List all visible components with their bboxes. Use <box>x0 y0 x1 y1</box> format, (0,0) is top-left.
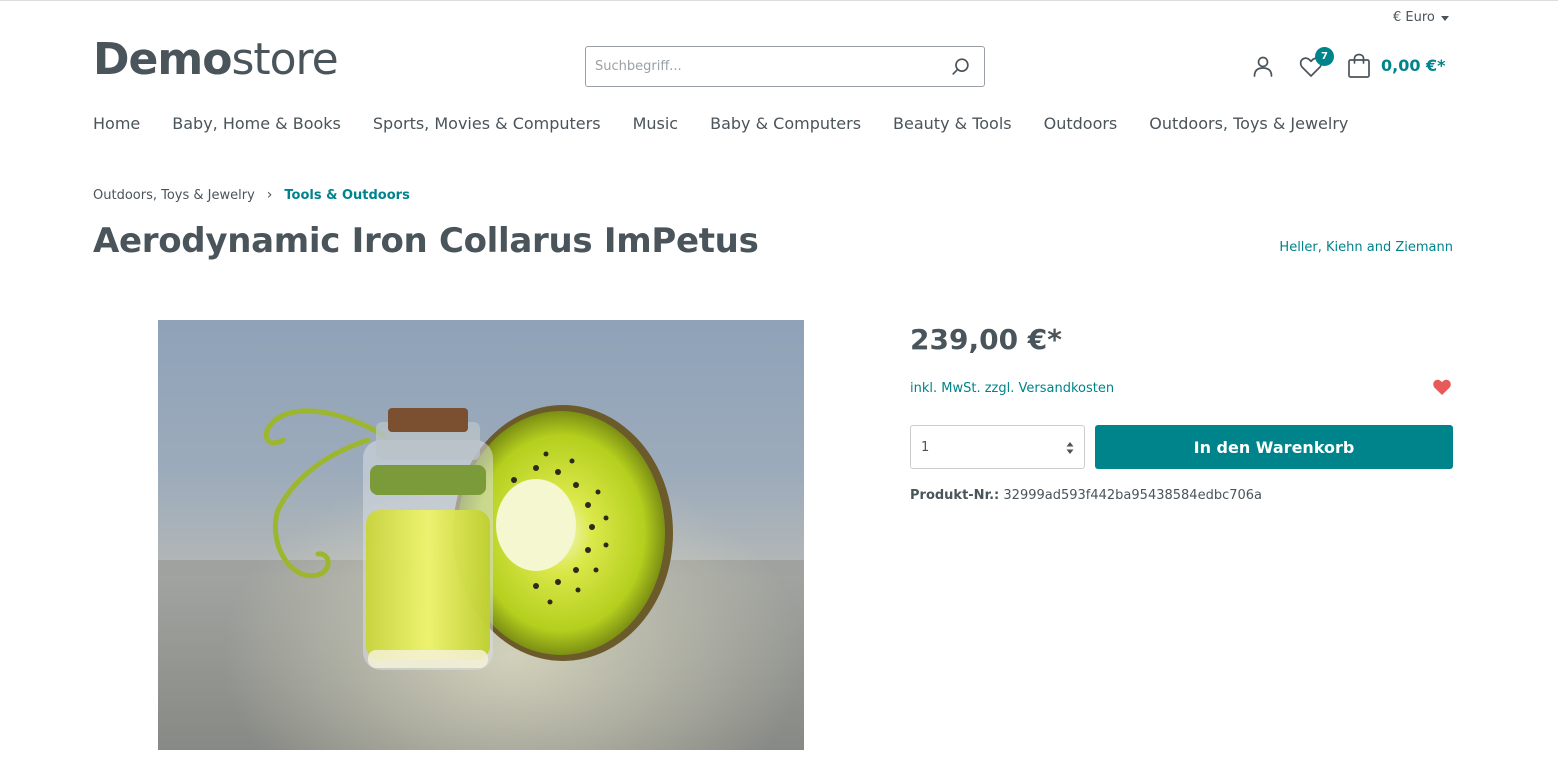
product-number: Produkt-Nr.: 32999ad593f442ba95438584edb… <box>910 488 1262 503</box>
nav-item-outdoors[interactable]: Outdoors <box>1044 114 1118 133</box>
add-to-cart-button[interactable]: In den Warenkorb <box>1095 425 1453 469</box>
product-price: 239,00 €* <box>910 323 1062 356</box>
nav-item-sports-movies-computers[interactable]: Sports, Movies & Computers <box>373 114 601 133</box>
breadcrumb: Outdoors, Toys & Jewelry › Tools & Outdo… <box>93 187 410 203</box>
currency-label: € Euro <box>1393 10 1435 25</box>
product-title: Aerodynamic Iron Collarus ImPetus <box>93 221 759 261</box>
logo-bold-text: Demo <box>93 34 232 85</box>
wishlist-count-badge: 7 <box>1315 47 1334 66</box>
product-number-label: Produkt-Nr.: <box>910 488 1000 503</box>
chevron-right-icon: › <box>266 187 273 203</box>
quantity-select[interactable]: 1 <box>910 425 1085 469</box>
search-icon[interactable] <box>950 56 972 78</box>
store-logo[interactable]: Demostore <box>93 38 339 82</box>
nav-item-baby-home-books[interactable]: Baby, Home & Books <box>172 114 341 133</box>
quantity-value: 1 <box>921 439 930 455</box>
bag-icon[interactable] <box>1347 53 1371 79</box>
logo-light-text: store <box>231 34 338 85</box>
search-input[interactable] <box>586 47 926 86</box>
currency-switcher[interactable]: € Euro <box>1393 10 1449 25</box>
nav-item-home[interactable]: Home <box>93 114 140 133</box>
heart-filled-icon[interactable] <box>1432 378 1452 396</box>
user-icon[interactable] <box>1251 54 1275 78</box>
nav-item-music[interactable]: Music <box>633 114 679 133</box>
search-form <box>585 46 985 87</box>
main-navigation: Home Baby, Home & Books Sports, Movies &… <box>93 114 1380 133</box>
nav-item-beauty-tools[interactable]: Beauty & Tools <box>893 114 1012 133</box>
nav-item-baby-computers[interactable]: Baby & Computers <box>710 114 861 133</box>
top-border <box>0 0 1558 1</box>
breadcrumb-current[interactable]: Tools & Outdoors <box>284 188 409 203</box>
product-image[interactable] <box>158 320 804 750</box>
product-number-value: 32999ad593f442ba95438584edbc706a <box>1003 488 1262 503</box>
cart-total[interactable]: 0,00 €* <box>1381 56 1446 75</box>
tax-shipping-link[interactable]: inkl. MwSt. zzgl. Versandkosten <box>910 381 1114 396</box>
breadcrumb-parent[interactable]: Outdoors, Toys & Jewelry <box>93 188 255 203</box>
caret-down-icon <box>1440 15 1449 21</box>
nav-item-outdoors-toys-jewelry[interactable]: Outdoors, Toys & Jewelry <box>1149 114 1348 133</box>
up-down-arrows-icon <box>1066 442 1074 454</box>
manufacturer-link[interactable]: Heller, Kiehn and Ziemann <box>1279 240 1453 255</box>
